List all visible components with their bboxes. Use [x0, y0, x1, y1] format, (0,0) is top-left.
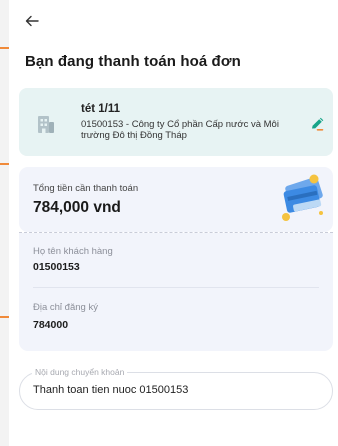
address-label: Địa chỉ đăng ký — [33, 302, 98, 313]
customer-info-card: Họ tên khách hàng 01500153 Địa chỉ đăng … — [19, 233, 333, 351]
transfer-note-field[interactable]: Nội dung chuyển khoản Thanh toan tien nu… — [19, 367, 333, 410]
pencil-icon[interactable] — [309, 116, 325, 132]
transfer-note-value[interactable]: Thanh toan tien nuoc 01500153 — [33, 384, 188, 396]
amount-card: Tổng tiền cần thanh toán 784,000 vnd — [19, 167, 333, 232]
page-title: Bạn đang thanh toán hoá đơn — [25, 53, 241, 70]
bill-detail: 01500153 - Công ty Cổ phần Cấp nước và M… — [81, 119, 279, 141]
bill-card: tét 1/11 01500153 - Công ty Cổ phần Cấp … — [19, 88, 333, 156]
customer-name-label: Họ tên khách hàng — [33, 246, 113, 257]
amount-label: Tổng tiền cần thanh toán — [33, 183, 139, 194]
bill-name: tét 1/11 — [81, 103, 120, 115]
customer-name-value: 01500153 — [33, 261, 80, 273]
payment-screen: Bạn đang thanh toán hoá đơn tét 1/11 015… — [9, 0, 338, 446]
amount-value: 784,000 vnd — [33, 199, 121, 216]
info-divider — [33, 287, 319, 288]
back-button[interactable] — [21, 10, 43, 32]
payment-card-illustration — [282, 174, 323, 221]
transfer-note-label: Nội dung chuyển khoản — [32, 367, 128, 377]
building-icon — [38, 116, 54, 133]
address-value: 784000 — [33, 319, 69, 331]
arrow-left-icon — [25, 15, 39, 27]
